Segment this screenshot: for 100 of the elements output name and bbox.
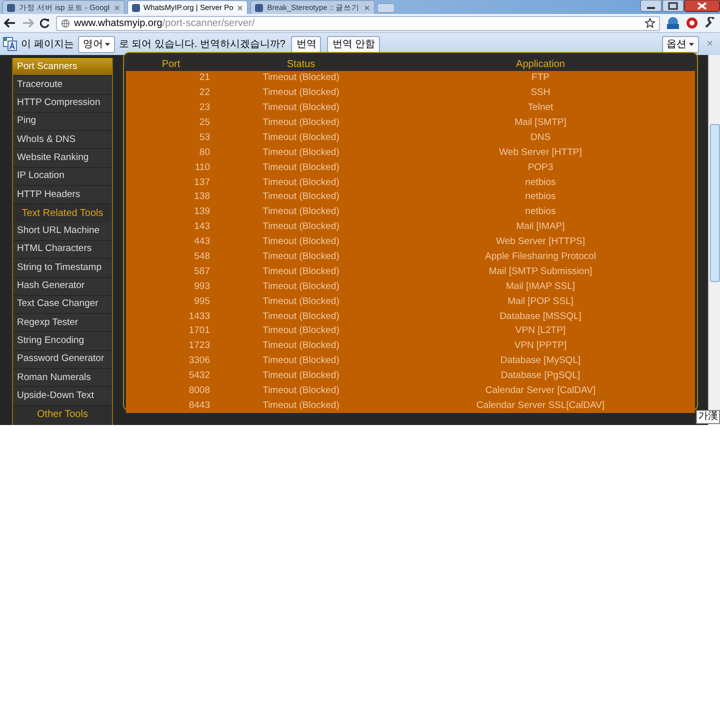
table-cell-text: 995 bbox=[193, 294, 210, 309]
sidebar-item[interactable]: Password Generator bbox=[13, 350, 112, 370]
table-cell-text: 80 bbox=[198, 146, 210, 160]
table-cell-text: Timeout (Blocked) bbox=[262, 339, 340, 354]
table-cell-text: Timeout (Blocked) bbox=[262, 205, 340, 220]
table-cell-text: FTP bbox=[530, 71, 550, 86]
address-bar[interactable]: www.whatsmyip.org/port-scanner/server/ bbox=[56, 16, 660, 30]
table-cell-text: Apple Filesharing Protocol bbox=[484, 250, 597, 264]
column-header: Port bbox=[160, 58, 182, 71]
options-dropdown[interactable]: 옵션 bbox=[662, 36, 699, 52]
table-cell-text: VPN [L2TP] bbox=[514, 324, 567, 338]
table-cell-text: SSH bbox=[530, 86, 552, 100]
table-cell-text: 139 bbox=[193, 205, 210, 220]
table-cell-text: Database [MySQL] bbox=[499, 354, 582, 368]
sidebar-item[interactable]: HTTP Headers bbox=[13, 186, 112, 204]
table-cell-text: Mail [SMTP Submission] bbox=[488, 264, 594, 279]
caret-icon bbox=[104, 42, 110, 46]
sidebar-item[interactable]: WhoIs & DNS bbox=[13, 131, 112, 150]
minimize-icon[interactable] bbox=[640, 0, 662, 12]
sidebar-item[interactable]: IP Location bbox=[13, 168, 112, 186]
table-cell-text: 3306 bbox=[188, 354, 210, 368]
sidebar-item[interactable]: Short URL Machine bbox=[13, 222, 112, 241]
table-cell-text: 443 bbox=[193, 235, 210, 250]
table-cell-text: Timeout (Blocked) bbox=[262, 310, 340, 324]
table-cell-text: Timeout (Blocked) bbox=[262, 130, 340, 145]
table-cell-text: Mail [IMAP SSL] bbox=[505, 280, 576, 294]
sidebar-item[interactable]: Roman Numerals bbox=[13, 369, 112, 388]
sidebar-item[interactable]: Ping bbox=[13, 112, 112, 132]
table-cell-text: Timeout (Blocked) bbox=[262, 324, 340, 338]
table-cell-text: Timeout (Blocked) bbox=[262, 86, 340, 100]
reload-icon[interactable] bbox=[40, 18, 50, 28]
table-cell-text: POP3 bbox=[526, 160, 554, 175]
language-dropdown[interactable]: 영어 bbox=[78, 36, 115, 52]
table-cell-text: Database [MSSQL] bbox=[498, 310, 582, 324]
table-cell-text: Calendar Server [CalDAV] bbox=[484, 384, 597, 398]
close-icon[interactable] bbox=[684, 0, 720, 12]
url-text: www.whatsmyip.org/port-scanner/server/ bbox=[74, 16, 255, 30]
translate-icon bbox=[3, 37, 17, 51]
sidebar-item[interactable]: Hash Generator bbox=[13, 278, 112, 296]
table-cell-text: Web Server [HTTP] bbox=[498, 146, 583, 160]
translate-message: 이 페이지는 bbox=[21, 38, 74, 52]
table-cell-text: Mail [POP SSL] bbox=[506, 294, 574, 309]
favicon-icon bbox=[132, 4, 140, 12]
translate-button[interactable]: 번역 bbox=[291, 36, 322, 52]
table-cell-text: Timeout (Blocked) bbox=[262, 280, 340, 294]
table-cell-text: Timeout (Blocked) bbox=[262, 235, 340, 250]
translate-button[interactable]: 번역 안함 bbox=[327, 36, 380, 52]
table-cell-text: Mail [SMTP] bbox=[514, 116, 568, 130]
sidebar-item[interactable]: HTTP Compression bbox=[13, 94, 112, 113]
table-cell-text: Timeout (Blocked) bbox=[262, 250, 340, 264]
sidebar-item[interactable]: Text Case Changer bbox=[13, 296, 112, 314]
table-cell-text: Timeout (Blocked) bbox=[262, 220, 340, 234]
table-cell-text: 8443 bbox=[188, 398, 210, 413]
back-icon[interactable] bbox=[4, 18, 16, 28]
favicon-icon bbox=[7, 4, 15, 12]
ime-indicator: 가漢 bbox=[696, 410, 720, 424]
table-cell-text: 23 bbox=[198, 101, 210, 116]
sidebar-heading: Text Related Tools bbox=[20, 207, 104, 222]
table-cell-text: 53 bbox=[198, 130, 210, 145]
sidebar-item[interactable]: String Encoding bbox=[13, 332, 112, 351]
table-cell-text: 5432 bbox=[188, 369, 210, 384]
table-cell-text: Timeout (Blocked) bbox=[262, 116, 340, 130]
caret-icon bbox=[688, 42, 694, 46]
table-cell-text: 137 bbox=[193, 176, 210, 190]
scrollbar-thumb[interactable] bbox=[710, 124, 720, 282]
translate-message: 로 되어 있습니다. 번역하시겠습니까? bbox=[118, 38, 286, 52]
table-cell-text: VPN [PPTP] bbox=[513, 339, 568, 354]
maximize-icon[interactable] bbox=[662, 0, 684, 12]
close-icon[interactable] bbox=[237, 4, 244, 10]
sidebar-item[interactable]: String to Timestamp bbox=[13, 259, 112, 278]
table-cell-text: Timeout (Blocked) bbox=[262, 294, 340, 309]
sidebar-item[interactable]: HTML Characters bbox=[13, 240, 112, 260]
sidebar-item[interactable]: Website Ranking bbox=[13, 149, 112, 168]
table-cell-text: netbios bbox=[524, 176, 557, 190]
table-cell-text: Database [PgSQL] bbox=[500, 369, 582, 384]
sidebar-heading: Other Tools bbox=[36, 408, 89, 422]
table-cell-text: 143 bbox=[193, 220, 210, 234]
table-cell-text: 587 bbox=[193, 264, 210, 279]
extension-icon[interactable] bbox=[666, 16, 680, 30]
table-cell-text: 110 bbox=[194, 160, 210, 175]
table-cell-text: 22 bbox=[198, 86, 210, 100]
table-cell-text: Timeout (Blocked) bbox=[262, 190, 340, 204]
table-cell-text: Timeout (Blocked) bbox=[262, 264, 340, 279]
sidebar-item[interactable]: Traceroute bbox=[13, 76, 112, 95]
table-cell-text: Timeout (Blocked) bbox=[262, 71, 340, 86]
table-cell-text: Timeout (Blocked) bbox=[262, 160, 340, 175]
sidebar-item[interactable]: Upside-Down Text bbox=[13, 387, 112, 406]
table-cell-text: DNS bbox=[529, 130, 552, 145]
sidebar-item[interactable]: Regexp Tester bbox=[13, 314, 112, 332]
table-cell-text: 138 bbox=[193, 190, 210, 204]
table-cell-text: Timeout (Blocked) bbox=[262, 384, 340, 398]
table-cell-text: 993 bbox=[193, 280, 210, 294]
bookmark-star-icon[interactable] bbox=[645, 18, 655, 28]
table-cell-text: Mail [IMAP] bbox=[515, 220, 566, 234]
table-cell-text: Timeout (Blocked) bbox=[262, 101, 340, 116]
favicon-icon bbox=[255, 4, 264, 12]
table-cell-text: Telnet bbox=[526, 101, 554, 116]
table-cell-text: 8008 bbox=[188, 384, 210, 398]
table-cell-text: Timeout (Blocked) bbox=[262, 398, 340, 413]
table-cell-text: 25 bbox=[198, 116, 210, 130]
